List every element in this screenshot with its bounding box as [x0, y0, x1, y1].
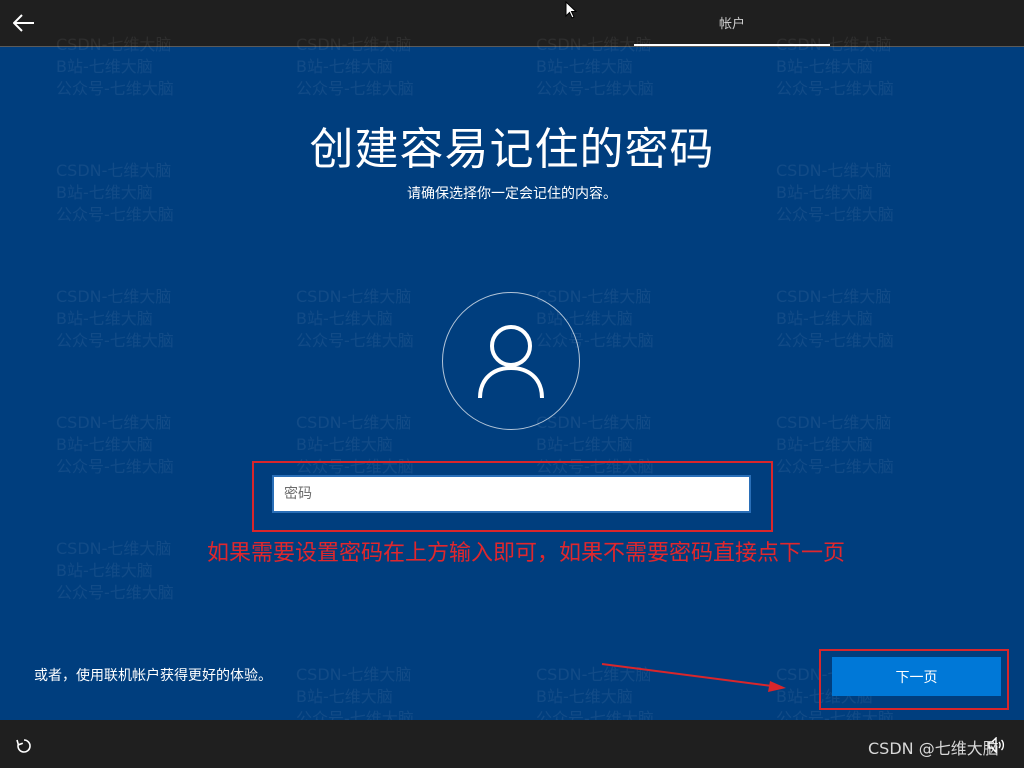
- back-arrow-icon: [13, 14, 34, 32]
- watermark: CSDN-七维大脑 B站-七维大脑 公众号-七维大脑: [296, 287, 414, 350]
- watermark: CSDN-七维大脑 B站-七维大脑 公众号-七维大脑: [56, 413, 174, 476]
- mouse-cursor-icon: [565, 1, 577, 19]
- accessibility-button[interactable]: [12, 735, 36, 757]
- csdn-credit: CSDN @七维大脑: [868, 739, 999, 758]
- page-title: 创建容易记住的密码: [309, 124, 715, 175]
- back-button[interactable]: [6, 6, 42, 40]
- watermark: CSDN-七维大脑 B站-七维大脑 公众号-七维大脑: [776, 413, 894, 476]
- accessibility-icon: [16, 739, 31, 753]
- volume-icon: [988, 736, 1005, 754]
- avatar: [442, 292, 580, 430]
- watermark: CSDN-七维大脑 B站-七维大脑 公众号-七维大脑: [776, 287, 894, 350]
- watermark: CSDN-七维大脑 B站-七维大脑 公众号-七维大脑: [56, 539, 174, 602]
- volume-button[interactable]: [988, 736, 1006, 754]
- watermark: CSDN-七维大脑 B站-七维大脑 公众号-七维大脑: [56, 287, 174, 350]
- password-input[interactable]: [272, 475, 751, 513]
- tab-account[interactable]: 帐户: [634, 0, 830, 46]
- user-icon: [478, 325, 544, 399]
- page-subtitle: 请确保选择你一定会记住的内容。: [407, 186, 617, 202]
- annotation-text: 如果需要设置密码在上方输入即可，如果不需要密码直接点下一页: [207, 541, 846, 566]
- online-account-hint: 或者，使用联机帐户获得更好的体验。: [34, 668, 272, 684]
- top-bar: [0, 0, 1024, 47]
- next-button[interactable]: 下一页: [832, 657, 1001, 696]
